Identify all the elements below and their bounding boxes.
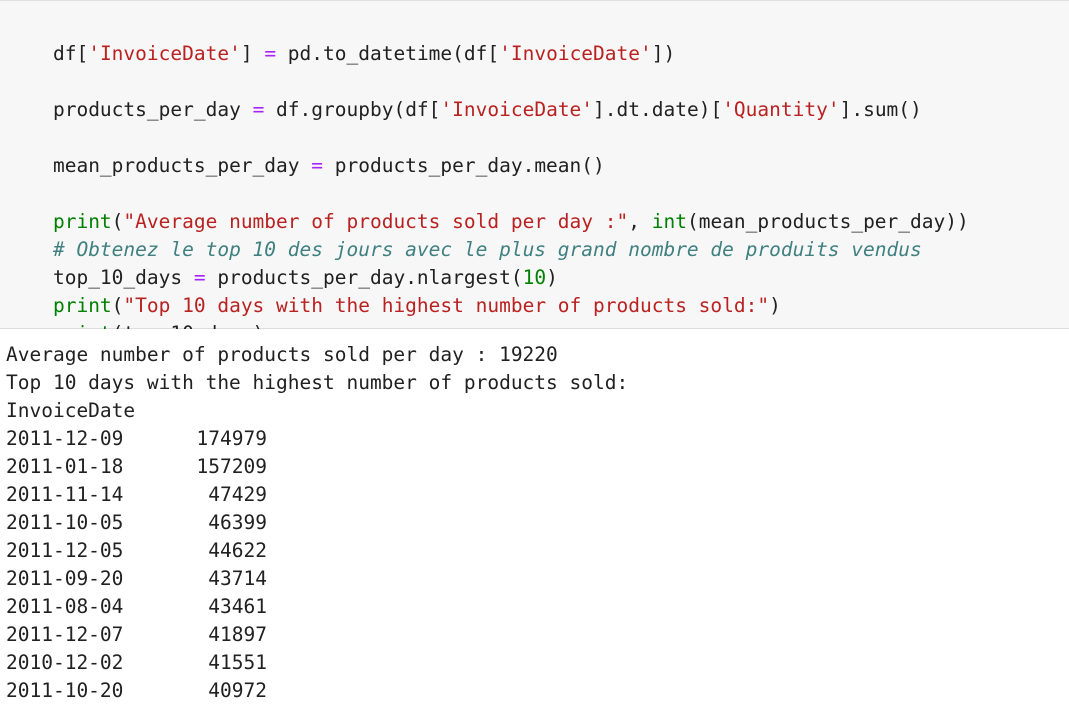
output-top10-header: Top 10 days with the highest number of p…	[6, 371, 629, 394]
output-row: 2011-01-18 157209	[6, 453, 267, 481]
output-row-date: 2011-11-14	[6, 483, 124, 506]
output-row-value: 41897	[208, 623, 267, 646]
output-row-date: 2011-08-04	[6, 595, 124, 618]
output-row: 2011-09-20 43714	[6, 565, 267, 593]
output-row-value: 46399	[208, 511, 267, 534]
output-row-value: 43461	[208, 595, 267, 618]
output-row: 2011-11-14 47429	[6, 481, 267, 509]
output-row-value: 174979	[196, 427, 267, 450]
code-token: 'InvoiceDate'	[88, 42, 241, 65]
output-row-date: 2011-12-05	[6, 539, 124, 562]
code-line: top_10_days = products_per_day.nlargest(…	[6, 236, 558, 289]
output-row-value: 43714	[208, 567, 267, 590]
code-line: df['InvoiceDate'] = pd.to_datetime(df['I…	[6, 12, 675, 65]
code-token: ])	[651, 42, 676, 65]
output-row-date: 2011-10-05	[6, 511, 124, 534]
output-row-value: 41551	[208, 651, 267, 674]
code-token: =	[311, 154, 323, 177]
output-row: 2011-10-05 46399	[6, 509, 267, 537]
output-index-name: InvoiceDate	[6, 399, 136, 422]
output-row: 2011-12-05 44622	[6, 537, 267, 565]
code-line: products_per_day = df.groupby(df['Invoic…	[6, 68, 922, 121]
output-row-value: 44622	[208, 539, 267, 562]
output-row: 2011-12-09 174979	[6, 425, 267, 453]
code-token: ].dt.date)[	[593, 98, 723, 121]
code-line: # Obtenez le top 10 des jours avec le pl…	[6, 208, 922, 261]
code-line: print("Average number of products sold p…	[6, 180, 969, 233]
output-cell: Average number of products sold per day …	[0, 329, 1069, 709]
output-row-date: 2011-12-07	[6, 623, 124, 646]
code-token: 'InvoiceDate'	[499, 42, 652, 65]
output-average-line: Average number of products sold per day …	[6, 343, 558, 366]
code-token: ]	[240, 42, 265, 65]
code-token: )	[769, 294, 781, 317]
output-row-value: 40972	[208, 679, 267, 702]
code-token: =	[264, 42, 277, 65]
output-row: 2011-08-04 43461	[6, 593, 267, 621]
code-token: mean_products_per_day	[52, 154, 312, 177]
output-row: 2011-10-20 40972	[6, 677, 267, 705]
code-token: df.groupby(df[	[264, 98, 441, 121]
code-token: ].sum()	[839, 98, 922, 121]
code-token: 'InvoiceDate'	[440, 98, 594, 121]
code-token: products_per_day	[52, 98, 253, 121]
code-line: mean_products_per_day = products_per_day…	[6, 124, 605, 177]
output-row-value: 157209	[196, 455, 267, 478]
code-input-cell[interactable]: df['InvoiceDate'] = pd.to_datetime(df['I…	[0, 0, 1069, 345]
code-line: print("Top 10 days with the highest numb…	[6, 264, 781, 317]
code-token: 'Quantity'	[722, 98, 840, 121]
code-token: =	[252, 98, 265, 121]
code-token: products_per_day.mean()	[323, 154, 605, 177]
output-row-date: 2011-10-20	[6, 679, 124, 702]
output-row: 2011-12-07 41897	[6, 621, 267, 649]
output-row-value: 47429	[208, 483, 267, 506]
code-line: print(top_10_days)	[6, 292, 264, 345]
output-row-date: 2011-01-18	[6, 455, 124, 478]
code-token: df[	[52, 42, 89, 65]
output-row-date: 2011-09-20	[6, 567, 124, 590]
output-row-date: 2011-12-09	[6, 427, 124, 450]
output-row-date: 2010-12-02	[6, 651, 124, 674]
output-row: 2010-12-02 41551	[6, 649, 267, 677]
code-token: pd.to_datetime(df[	[276, 42, 500, 65]
